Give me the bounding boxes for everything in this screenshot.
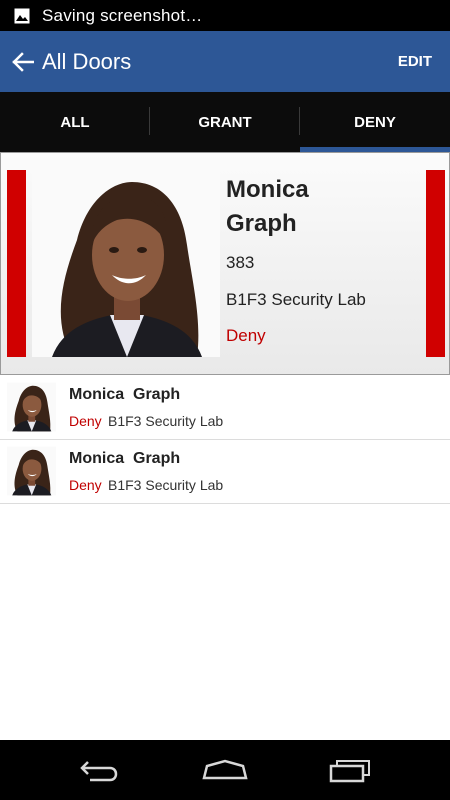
first-name: Monica	[226, 176, 309, 203]
person-id: 383	[226, 253, 255, 272]
avatar	[7, 382, 56, 432]
last-name: Graph	[226, 210, 297, 237]
nav-home-icon	[202, 759, 248, 780]
app-bar: All Doors EDIT	[0, 31, 450, 92]
door-location: B1F3 Security Lab	[226, 290, 366, 309]
image-icon	[14, 8, 30, 24]
status-bar: Saving screenshot…	[0, 0, 450, 31]
nav-home-button[interactable]	[200, 754, 250, 786]
edit-button[interactable]: EDIT	[398, 31, 432, 92]
filter-tabs: ALL GRANT DENY	[0, 92, 450, 152]
item-status: Deny	[69, 477, 102, 493]
deny-indicator-left	[7, 170, 26, 357]
tab-grant[interactable]: GRANT	[150, 92, 300, 152]
tab-all[interactable]: ALL	[0, 92, 150, 152]
list-item[interactable]: Monica Graph Deny B1F3 Security Lab	[0, 376, 450, 440]
list-item[interactable]: Monica Graph Deny B1F3 Security Lab	[0, 440, 450, 504]
item-status: Deny	[69, 413, 102, 429]
person-name: Monica Graph	[226, 173, 416, 241]
event-detail-card[interactable]: Monica Graph 383 B1F3 Security Lab Deny	[0, 152, 450, 375]
avatar	[7, 446, 56, 496]
arrow-left-icon	[12, 51, 34, 72]
item-person-name: Monica Graph	[69, 450, 181, 467]
tab-deny[interactable]: DENY	[300, 92, 450, 152]
avatar	[32, 170, 220, 357]
tab-label: DENY	[354, 113, 396, 131]
item-location: B1F3 Security Lab	[108, 413, 224, 429]
page-title: All Doors	[42, 48, 132, 74]
nav-recents-button[interactable]	[325, 754, 375, 786]
access-status: Deny	[226, 326, 266, 345]
nav-back-icon	[80, 761, 118, 782]
deny-indicator-right	[426, 170, 445, 357]
status-notification-text: Saving screenshot…	[42, 5, 203, 25]
tab-label: ALL	[60, 113, 90, 131]
nav-recents-icon	[329, 760, 370, 783]
system-nav-bar	[0, 740, 450, 800]
item-person-name: Monica Graph	[69, 386, 181, 403]
tab-label: GRANT	[198, 113, 252, 131]
nav-back-button[interactable]	[75, 754, 125, 786]
back-button[interactable]	[8, 47, 38, 77]
item-location: B1F3 Security Lab	[108, 477, 224, 493]
event-list: Monica Graph Deny B1F3 Security Lab Moni…	[0, 376, 450, 504]
